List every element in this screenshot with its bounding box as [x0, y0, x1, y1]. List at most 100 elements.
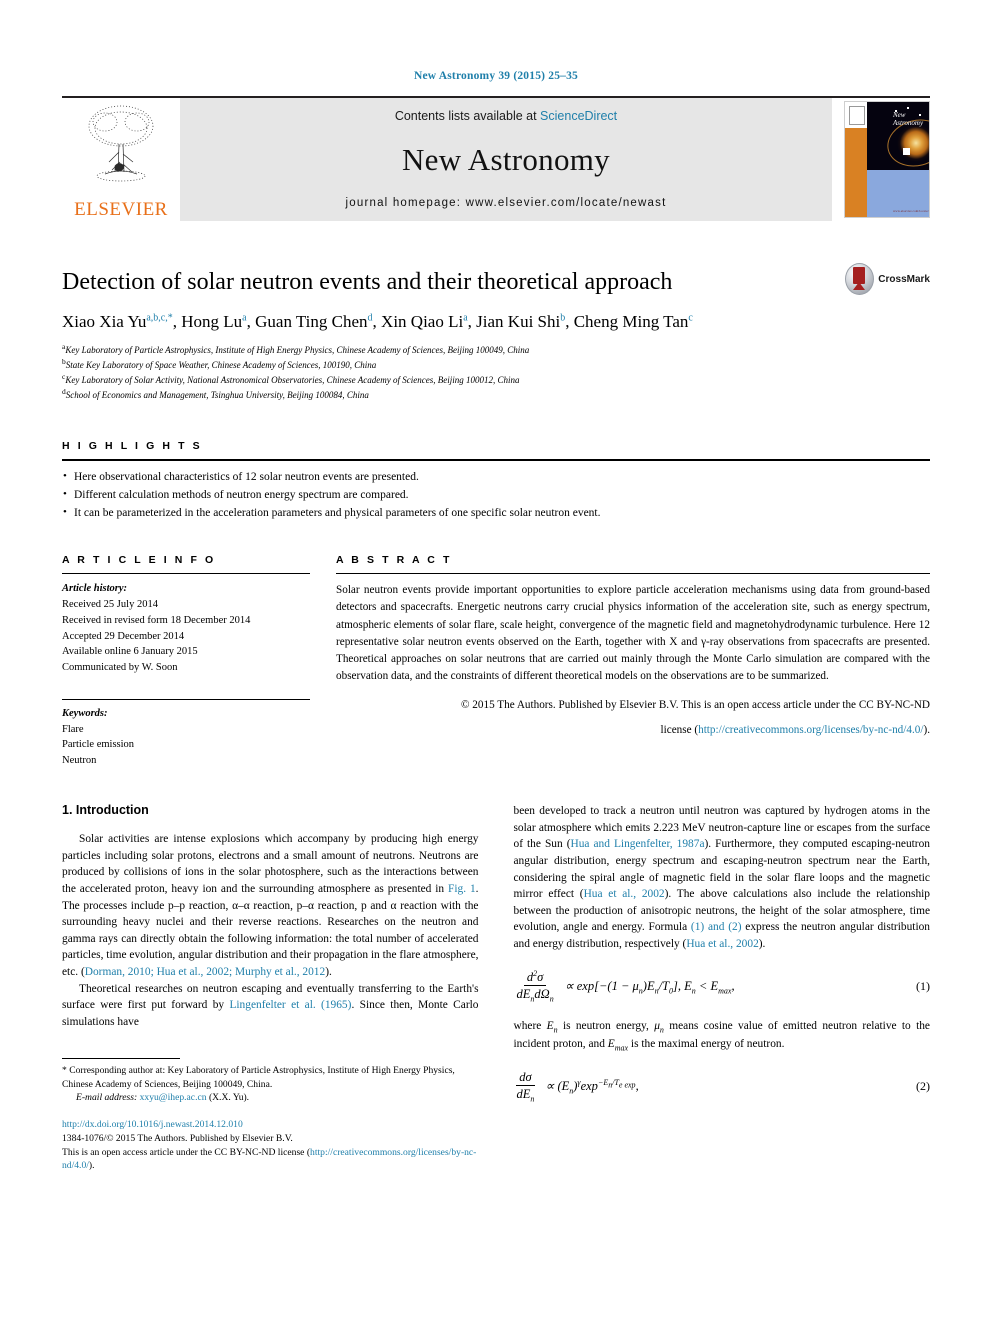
journal-homepage[interactable]: journal homepage: www.elsevier.com/locat…	[346, 197, 667, 209]
affiliation-text: State Key Laboratory of Space Weather, C…	[65, 359, 377, 370]
abstract-column: A B S T R A C T Solar neutron events pro…	[336, 554, 930, 769]
license-suffix: ).	[923, 723, 930, 736]
affiliation-list: aKey Laboratory of Particle Astrophysics…	[62, 342, 930, 402]
affiliation-item: dSchool of Economics and Management, Tsi…	[62, 387, 930, 402]
affiliation-text: School of Economics and Management, Tsin…	[65, 389, 369, 400]
history-item: Accepted 29 December 2014	[62, 630, 185, 642]
keyword-item: Neutron	[62, 755, 97, 767]
history-item: Communicated by W. Soon	[62, 662, 178, 674]
article-history-label: Article history:	[62, 583, 128, 595]
list-item: Different calculation methods of neutron…	[62, 486, 930, 505]
citation-link[interactable]: Hua et al., 2002	[584, 888, 665, 900]
body-columns: 1. Introduction Solar activities are int…	[62, 803, 930, 1173]
footer-legal-block: http://dx.doi.org/10.1016/j.newast.2014.…	[62, 1118, 479, 1172]
list-item: Here observational characteristics of 12…	[62, 468, 930, 487]
history-item: Received in revised form 18 December 201…	[62, 614, 251, 626]
author-name: Hong Lu	[181, 311, 243, 331]
abstract-copyright: © 2015 The Authors. Published by Elsevie…	[461, 698, 930, 711]
keywords-rule	[62, 698, 310, 700]
author-name: Guan Ting Chen	[255, 311, 368, 331]
cover-orange-bar	[845, 128, 867, 217]
author-affil-mark[interactable]: a	[242, 312, 246, 323]
cover-sky-region: New Astronomy	[867, 102, 929, 170]
title-block: CrossMark Detection of solar neutron eve…	[62, 263, 930, 402]
equation-2-expression: ∝ (En)γexp−En/Te exp,	[545, 1078, 639, 1096]
keywords-block: Keywords: Flare Particle emission Neutro…	[62, 692, 310, 769]
paragraph-text: ).	[758, 938, 766, 951]
affiliation-item: cKey Laboratory of Solar Activity, Natio…	[62, 372, 930, 387]
author-affil-mark[interactable]: b	[560, 312, 565, 323]
author-list: Xiao Xia Yua,b,c,*, Hong Lua, Guan Ting …	[62, 311, 693, 331]
corresponding-author-note: * Corresponding author at: Key Laborator…	[62, 1064, 455, 1090]
equation-1-fraction: d2σ dEndΩn	[514, 969, 557, 1004]
email-owner: (X.X. Yu).	[208, 1092, 250, 1104]
cover-badge-icon	[849, 106, 865, 125]
cover-star	[907, 107, 909, 109]
paragraph: where En is neutron energy, μn means cos…	[514, 1018, 931, 1054]
journal-title: New Astronomy	[402, 142, 610, 177]
body-column-left: 1. Introduction Solar activities are int…	[62, 803, 479, 1173]
abstract-license-line: license (http://creativecommons.org/lice…	[336, 714, 930, 739]
author-affil-mark[interactable]: a,b,c,*	[146, 312, 172, 323]
crossmark-icon	[845, 263, 875, 295]
affiliation-text: Key Laboratory of Particle Astrophysics,…	[65, 344, 530, 355]
elsevier-logo: ELSEVIER	[62, 98, 180, 221]
cover-art: New Astronomy www.elsevier.com/locate/ne…	[844, 101, 930, 218]
license-link[interactable]: http://creativecommons.org/licenses/by-n…	[698, 724, 923, 736]
article-history-block: Article history: Received 25 July 2014 R…	[62, 574, 310, 676]
citation-link[interactable]: Lingenfelter et al. (1965)	[229, 999, 351, 1011]
paragraph-text: Solar activities are intense explosions …	[62, 832, 479, 895]
history-item: Available online 6 January 2015	[62, 646, 198, 658]
paper-page: New Astronomy 39 (2015) 25–35 ELSEVIER C…	[0, 0, 992, 1323]
crossmark-badge-group[interactable]: CrossMark	[845, 263, 930, 295]
abstract-heading: A B S T R A C T	[336, 554, 452, 567]
email-link[interactable]: xxyu@ihep.ac.cn	[140, 1092, 207, 1103]
journal-masthead: ELSEVIER Contents lists available at Sci…	[62, 96, 930, 221]
citation-link[interactable]: Dorman, 2010; Hua et al., 2002; Murphy e…	[85, 966, 325, 978]
open-access-line: This is an open access article under the…	[62, 1146, 479, 1173]
paragraph-text: ).	[325, 966, 332, 979]
author-affil-mark[interactable]: a	[463, 312, 467, 323]
license-prefix: license (	[660, 723, 699, 736]
citation-link[interactable]: Hua et al., 2002	[686, 938, 758, 950]
email-note: E-mail address: xxyu@ihep.ac.cn (X.X. Yu…	[62, 1091, 479, 1105]
cover-blue-region: www.elsevier.com/locate/newast	[867, 170, 929, 217]
paragraph: Theoretical researches on neutron escapi…	[62, 981, 479, 1031]
list-item: It can be parameterized in the accelerat…	[62, 504, 930, 523]
paragraph-text: where En is neutron energy, μn means cos…	[513, 1019, 931, 1053]
keywords-label: Keywords:	[62, 707, 108, 719]
elsevier-wordmark: ELSEVIER	[74, 199, 168, 220]
equation-1-number: (1)	[916, 978, 930, 993]
crossmark-label: CrossMark	[878, 273, 930, 285]
cover-galaxy-shape	[897, 124, 929, 162]
history-item: Received 25 July 2014	[62, 599, 158, 611]
affiliation-item: bState Key Laboratory of Space Weather, …	[62, 357, 930, 372]
equation-1-expression: ∝ exp[−(1 − μn)En/T0], En < Emax,	[564, 978, 735, 996]
author-name: Xiao Xia Yu	[62, 311, 147, 331]
citation-link[interactable]: Hua and Lingenfelter, 1987a	[571, 838, 705, 850]
journal-cover-thumbnail: New Astronomy www.elsevier.com/locate/ne…	[832, 98, 930, 221]
contents-available-line: Contents lists available at ScienceDirec…	[395, 109, 617, 123]
equation-2-fraction: dσ dEn	[514, 1070, 538, 1104]
author-affil-mark[interactable]: c	[688, 312, 692, 323]
article-info-column: A R T I C L E I N F O Article history: R…	[62, 554, 336, 769]
footnote-rule	[62, 1057, 180, 1059]
sciencedirect-link[interactable]: ScienceDirect	[540, 109, 617, 123]
highlights-rule	[62, 459, 930, 462]
equation-1: d2σ dEndΩn ∝ exp[−(1 − μn)En/T0], En < E…	[514, 969, 931, 1004]
keywords-body: Keywords: Flare Particle emission Neutro…	[62, 706, 310, 769]
elsevier-tree-icon	[88, 105, 154, 182]
figure-reference-link[interactable]: Fig. 1	[448, 883, 476, 895]
paragraph-text: . The processes include p–p reaction, α–…	[62, 882, 479, 979]
cover-star-box	[903, 148, 910, 155]
equation-1-denominator: dEndΩn	[516, 987, 554, 1004]
cover-url-text: www.elsevier.com/locate/newast	[893, 209, 929, 213]
author-affil-mark[interactable]: d	[368, 312, 373, 323]
doi-link[interactable]: http://dx.doi.org/10.1016/j.newast.2014.…	[62, 1118, 479, 1132]
keyword-item: Flare	[62, 723, 84, 735]
article-info-heading: A R T I C L E I N F O	[62, 554, 216, 567]
cover-journal-title: New Astronomy	[893, 111, 924, 127]
email-label: E-mail address:	[76, 1092, 138, 1104]
contents-prefix: Contents lists available at	[394, 109, 541, 123]
equation-reference-link[interactable]: (1) and (2)	[691, 921, 742, 933]
